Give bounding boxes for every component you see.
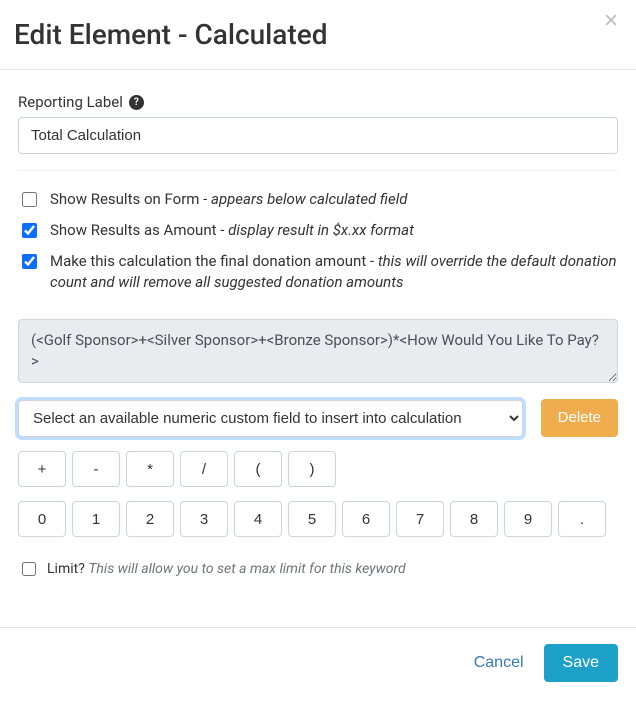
help-icon[interactable]: ? [129,95,144,110]
limit-desc: This will allow you to set a max limit f… [88,561,405,577]
show-results-form-checkbox[interactable] [22,192,37,207]
final-donation-row: Make this calculation the final donation… [18,251,618,293]
reporting-label-group: Reporting Label ? [18,92,618,154]
digit-button[interactable]: 7 [396,501,444,537]
operator-button[interactable]: * [126,451,174,487]
operator-row: +-*/() [18,451,618,487]
digit-button[interactable]: 6 [342,501,390,537]
save-button[interactable]: Save [544,644,618,682]
limit-checkbox[interactable] [22,562,36,576]
operator-button[interactable]: + [18,451,66,487]
close-button[interactable]: × [598,8,624,34]
final-donation-checkbox[interactable] [22,254,37,269]
digit-button[interactable]: 4 [234,501,282,537]
show-results-form-label: Show Results on Form [50,190,199,208]
limit-row: Limit? This will allow you to set a max … [18,559,618,579]
field-select-row: Select an available numeric custom field… [18,399,618,437]
numeric-field-select[interactable]: Select an available numeric custom field… [18,400,523,437]
operator-button[interactable]: ) [288,451,336,487]
digit-button[interactable]: 2 [126,501,174,537]
reporting-label-input[interactable] [18,117,618,154]
digit-button[interactable]: . [558,501,606,537]
show-results-amount-checkbox[interactable] [22,223,37,238]
digit-button[interactable]: 1 [72,501,120,537]
reporting-label-text: Reporting Label [18,93,123,111]
show-results-form-row: Show Results on Form - appears below cal… [18,189,618,210]
final-donation-label-wrap[interactable]: Make this calculation the final donation… [50,251,618,293]
divider [18,170,618,171]
modal-footer: Cancel Save [0,627,636,694]
operator-button[interactable]: - [72,451,120,487]
operator-button[interactable]: ( [234,451,282,487]
show-results-amount-row: Show Results as Amount - display result … [18,220,618,241]
final-donation-label: Make this calculation the final donation… [50,252,366,270]
show-results-form-label-wrap[interactable]: Show Results on Form - appears below cal… [50,189,407,210]
digit-button[interactable]: 0 [18,501,66,537]
digit-button[interactable]: 5 [288,501,336,537]
close-icon: × [604,7,618,34]
delete-button[interactable]: Delete [541,399,618,437]
show-results-amount-label: Show Results as Amount [50,221,217,239]
limit-label: Limit? [47,561,85,577]
show-results-amount-desc: display result in $x.xx format [228,221,414,239]
cancel-button[interactable]: Cancel [468,644,530,682]
edit-element-modal: × Edit Element - Calculated Reporting La… [0,0,636,704]
digit-button[interactable]: 9 [504,501,552,537]
digit-button[interactable]: 8 [450,501,498,537]
formula-textarea[interactable]: (<Golf Sponsor>+<Silver Sponsor>+<Bronze… [18,319,618,383]
operator-button[interactable]: / [180,451,228,487]
modal-body: Reporting Label ? Show Results on Form -… [0,70,636,589]
modal-header: Edit Element - Calculated [0,0,636,70]
digit-row: 0123456789. [18,501,618,537]
limit-label-wrap[interactable]: Limit? This will allow you to set a max … [47,561,406,577]
show-results-form-desc: appears below calculated field [211,190,407,208]
show-results-amount-label-wrap[interactable]: Show Results as Amount - display result … [50,220,414,241]
modal-title: Edit Element - Calculated [14,18,622,51]
digit-button[interactable]: 3 [180,501,228,537]
